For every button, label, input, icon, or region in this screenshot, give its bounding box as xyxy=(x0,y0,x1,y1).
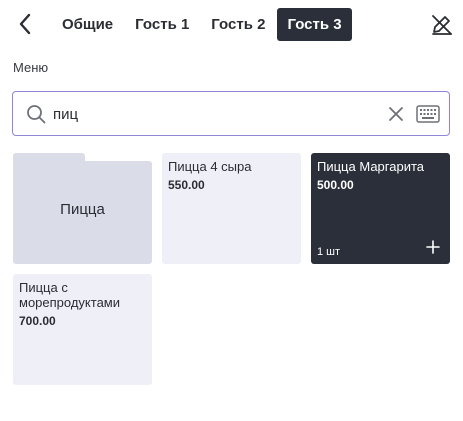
menu-item-name: Пицца с морепродуктами xyxy=(19,280,120,310)
tab-guest-1[interactable]: Гость 1 xyxy=(125,8,199,41)
search-icon xyxy=(27,105,46,124)
search-input[interactable] xyxy=(53,101,373,127)
menu-item-quantity: 1 шт xyxy=(317,246,341,258)
menu-item-card[interactable]: Пицца 4 сыра 550.00 xyxy=(162,153,301,264)
menu-item-card[interactable]: Пицца с морепродуктами 700.00 xyxy=(13,274,152,385)
menu-folder-pizza[interactable]: Пицца xyxy=(13,153,152,264)
menu-item-price: 550.00 xyxy=(168,178,205,192)
tab-general[interactable]: Общие xyxy=(52,8,123,41)
back-button[interactable] xyxy=(14,12,36,36)
close-icon[interactable] xyxy=(387,105,405,123)
keyboard-icon[interactable] xyxy=(416,105,440,123)
edit-off-icon[interactable] xyxy=(430,13,454,37)
search-box xyxy=(12,91,450,136)
menu-item-name: Пицца 4 сыра xyxy=(168,159,252,174)
tab-guest-3[interactable]: Гость 3 xyxy=(277,8,352,41)
folder-label: Пицца xyxy=(60,201,105,218)
tab-guest-2[interactable]: Гость 2 xyxy=(201,8,275,41)
chevron-left-icon xyxy=(19,13,31,35)
guest-tabs: Общие Гость 1 Гость 2 Гость 3 xyxy=(52,8,352,41)
top-bar: Общие Гость 1 Гость 2 Гость 3 xyxy=(0,0,463,48)
plus-icon[interactable] xyxy=(425,239,441,255)
menu-item-price: 500.00 xyxy=(317,178,354,192)
menu-item-card-selected[interactable]: Пицца Маргарита 500.00 1 шт xyxy=(311,153,450,264)
menu-item-price: 700.00 xyxy=(19,314,56,328)
menu-section-label: Меню xyxy=(13,60,49,75)
menu-item-name: Пицца Маргарита xyxy=(317,159,424,174)
